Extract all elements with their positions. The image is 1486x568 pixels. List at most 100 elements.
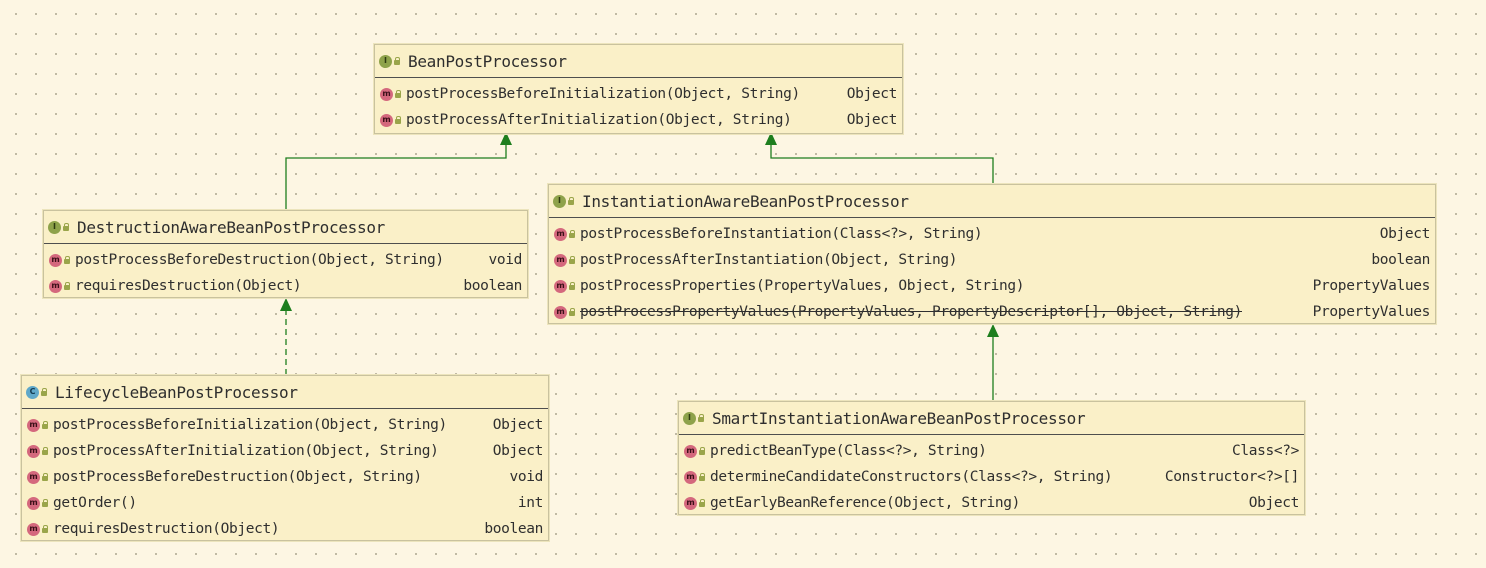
method-signature: postProcessBeforeInitialization(Object, … (406, 86, 800, 102)
public-visibility-icon (42, 525, 48, 533)
method-row[interactable]: m getOrder() int (22, 490, 548, 516)
method-signature: postProcessBeforeDestruction(Object, Str… (75, 252, 444, 268)
method-icon: m (27, 470, 40, 484)
public-visibility-icon (63, 223, 69, 231)
arrowhead-destruction (280, 298, 292, 311)
public-visibility-icon (569, 230, 575, 238)
method-return-type: void (509, 469, 543, 485)
method-signature: getEarlyBeanReference(Object, String) (710, 495, 1021, 511)
method-row[interactable]: m postProcessAfterInstantiation(Object, … (549, 247, 1435, 273)
interface-name: SmartInstantiationAwareBeanPostProcessor (712, 408, 1086, 428)
method-row[interactable]: m getEarlyBeanReference(Object, String) … (679, 490, 1304, 516)
method-signature: requiresDestruction(Object) (53, 521, 280, 537)
uml-box-header: I InstantiationAwareBeanPostProcessor (549, 185, 1435, 218)
method-icon: m (554, 305, 567, 319)
method-return-type: Object (1248, 495, 1300, 511)
class-name: LifecycleBeanPostProcessor (55, 382, 298, 402)
public-visibility-icon (42, 499, 48, 507)
method-return-type: int (517, 495, 543, 511)
method-row[interactable]: m determineCandidateConstructors(Class<?… (679, 464, 1304, 490)
arrowhead-instantiation (987, 324, 999, 337)
uml-box-destruction-aware-bean-post-processor[interactable]: I DestructionAwareBeanPostProcessor m po… (43, 210, 528, 298)
method-icon: m (684, 470, 697, 484)
public-visibility-icon (395, 116, 401, 124)
method-signature: postProcessBeforeDestruction(Object, Str… (53, 469, 422, 485)
public-visibility-icon (568, 197, 574, 205)
method-icon: m (554, 227, 567, 241)
method-row[interactable]: m postProcessBeforeDestruction(Object, S… (22, 464, 548, 490)
method-row[interactable]: m postProcessBeforeInitialization(Object… (22, 412, 548, 438)
method-icon: m (49, 279, 62, 293)
method-row[interactable]: m requiresDestruction(Object) boolean (44, 273, 527, 299)
method-return-type: PropertyValues (1312, 278, 1431, 294)
method-row[interactable]: m postProcessAfterInitialization(Object,… (22, 438, 548, 464)
method-return-type: Class<?> (1231, 443, 1299, 459)
method-icon: m (380, 113, 393, 127)
public-visibility-icon (41, 388, 47, 396)
method-signature: getOrder() (53, 495, 137, 511)
uml-box-instantiation-aware-bean-post-processor[interactable]: I InstantiationAwareBeanPostProcessor m … (548, 184, 1436, 324)
method-signature: postProcessBeforeInstantiation(Class<?>,… (580, 226, 983, 242)
uml-box-smart-instantiation-aware-bean-post-processor[interactable]: I SmartInstantiationAwareBeanPostProcess… (678, 401, 1305, 515)
method-row[interactable]: m postProcessProperties(PropertyValues, … (549, 273, 1435, 299)
public-visibility-icon (699, 473, 705, 481)
method-return-type: Object (1379, 226, 1431, 242)
public-visibility-icon (394, 57, 400, 65)
class-icon: C (26, 385, 39, 399)
uml-box-header: I SmartInstantiationAwareBeanPostProcess… (679, 402, 1304, 435)
method-return-type: void (488, 252, 522, 268)
interface-icon: I (48, 220, 61, 234)
method-icon: m (380, 87, 393, 101)
method-row[interactable]: m requiresDestruction(Object) boolean (22, 516, 548, 542)
interface-name: DestructionAwareBeanPostProcessor (77, 217, 385, 237)
public-visibility-icon (569, 308, 575, 316)
public-visibility-icon (64, 256, 70, 264)
interface-icon: I (553, 194, 566, 208)
public-visibility-icon (569, 256, 575, 264)
method-icon: m (27, 444, 40, 458)
public-visibility-icon (698, 414, 704, 422)
method-signature: requiresDestruction(Object) (75, 278, 302, 294)
method-signature: postProcessAfterInitialization(Object, S… (406, 112, 792, 128)
public-visibility-icon (699, 499, 705, 507)
method-return-type: boolean (1371, 252, 1430, 268)
method-icon: m (27, 496, 40, 510)
method-row[interactable]: m postProcessBeforeDestruction(Object, S… (44, 247, 527, 273)
interface-name: BeanPostProcessor (408, 51, 567, 71)
uml-box-bean-post-processor[interactable]: I BeanPostProcessor m postProcessBeforeI… (374, 44, 903, 134)
method-signature: postProcessAfterInstantiation(Object, St… (580, 252, 958, 268)
method-signature: postProcessBeforeInitialization(Object, … (53, 417, 447, 433)
public-visibility-icon (42, 473, 48, 481)
method-row[interactable]: m postProcessAfterInitialization(Object,… (375, 107, 902, 133)
uml-box-lifecycle-bean-post-processor[interactable]: C LifecycleBeanPostProcessor m postProce… (21, 375, 549, 541)
method-return-type: Constructor<?>[] (1164, 469, 1299, 485)
method-row[interactable]: m postProcessBeforeInitialization(Object… (375, 81, 902, 107)
method-signature: postProcessAfterInitialization(Object, S… (53, 443, 439, 459)
method-signature: postProcessPropertyValues(PropertyValues… (580, 304, 1242, 320)
public-visibility-icon (42, 421, 48, 429)
method-return-type: Object (846, 112, 898, 128)
method-icon: m (684, 444, 697, 458)
method-return-type: Object (846, 86, 898, 102)
method-icon: m (49, 253, 62, 267)
method-signature: postProcessProperties(PropertyValues, Ob… (580, 278, 1025, 294)
public-visibility-icon (699, 447, 705, 455)
method-row[interactable]: m predictBeanType(Class<?>, String) Clas… (679, 438, 1304, 464)
uml-box-header: I DestructionAwareBeanPostProcessor (44, 211, 527, 244)
extends-link-instantiation-to-bpp (770, 143, 994, 184)
public-visibility-icon (395, 90, 401, 98)
method-return-type: PropertyValues (1312, 304, 1431, 320)
method-row-deprecated[interactable]: m postProcessPropertyValues(PropertyValu… (549, 299, 1435, 325)
method-icon: m (554, 279, 567, 293)
method-return-type: Object (492, 443, 544, 459)
method-signature: determineCandidateConstructors(Class<?>,… (710, 469, 1113, 485)
uml-box-header: C LifecycleBeanPostProcessor (22, 376, 548, 409)
method-return-type: Object (492, 417, 544, 433)
interface-icon: I (683, 411, 696, 425)
interface-icon: I (379, 54, 392, 68)
method-row[interactable]: m postProcessBeforeInstantiation(Class<?… (549, 221, 1435, 247)
interface-name: InstantiationAwareBeanPostProcessor (582, 191, 909, 211)
uml-box-header: I BeanPostProcessor (375, 45, 902, 78)
public-visibility-icon (569, 282, 575, 290)
method-return-type: boolean (463, 278, 522, 294)
